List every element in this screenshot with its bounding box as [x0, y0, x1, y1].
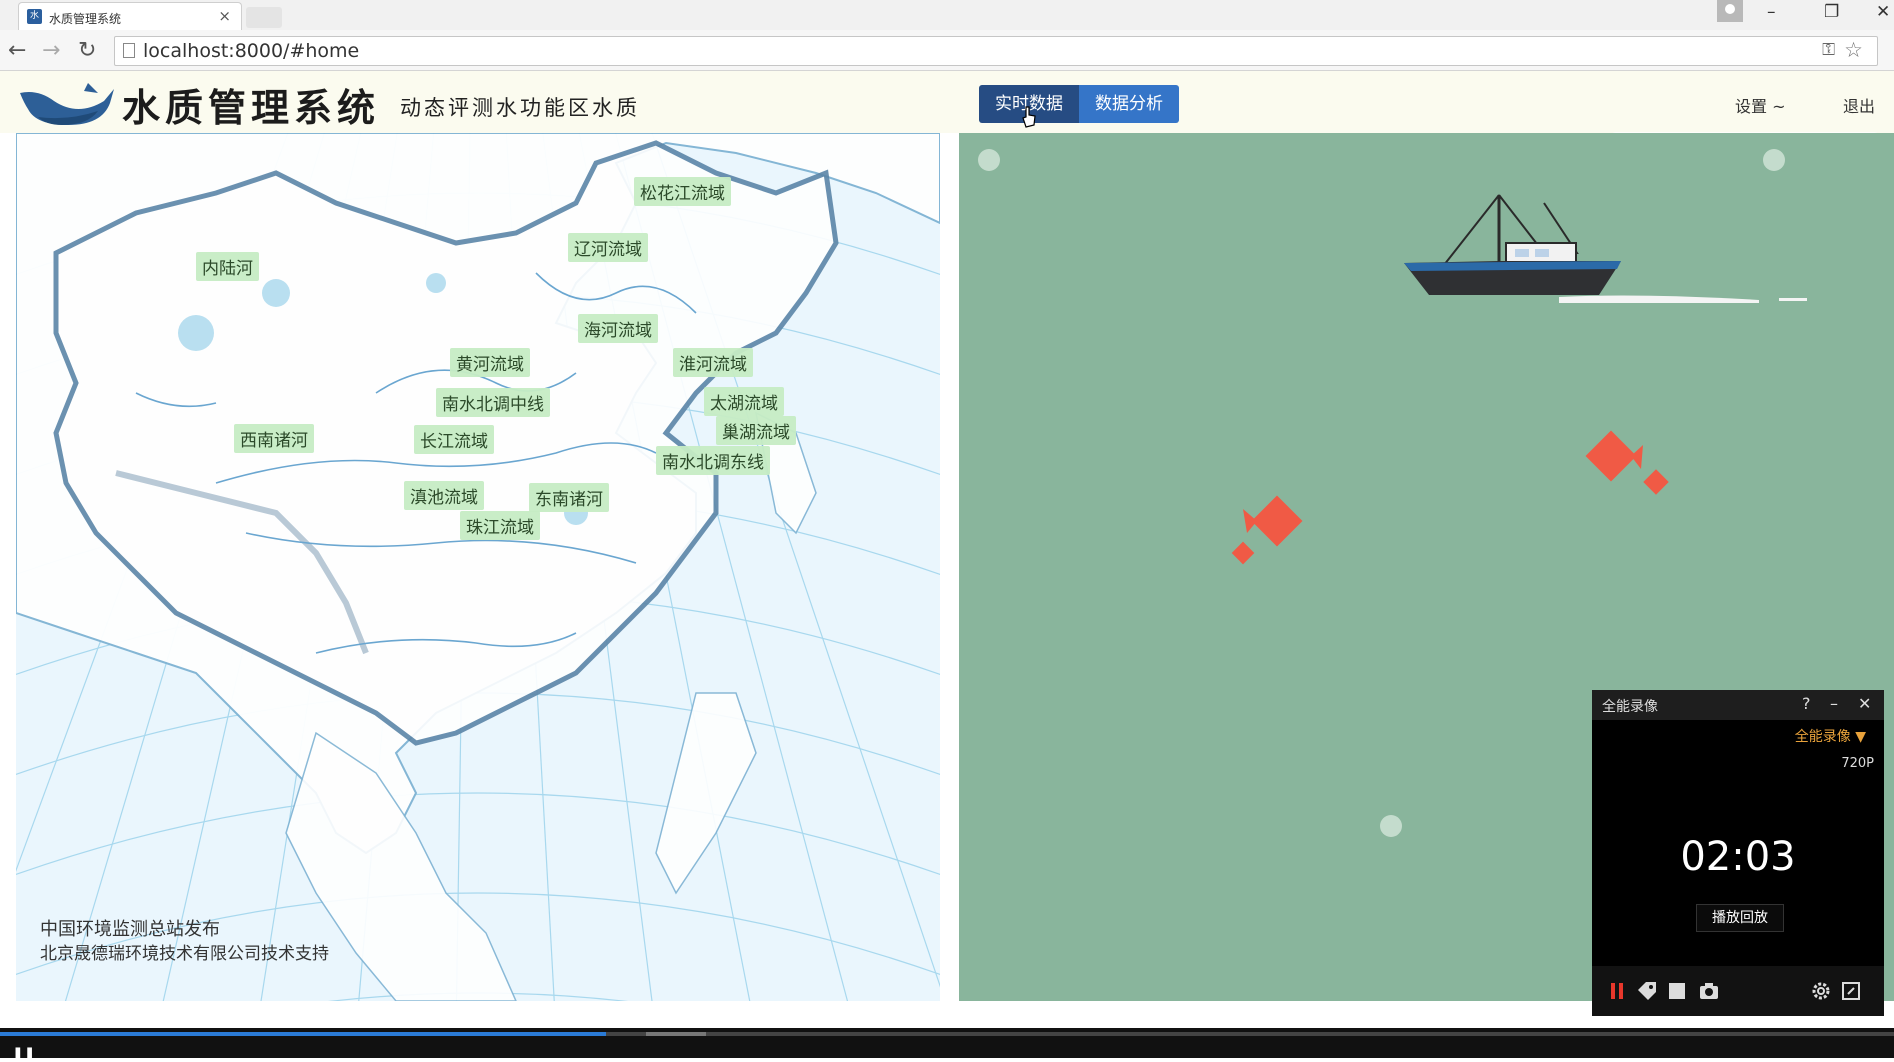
help-icon[interactable]: ? [1802, 694, 1811, 713]
basin-label[interactable]: 辽河流域 [568, 233, 648, 262]
player-pause-icon[interactable]: ❚❚ [12, 1046, 35, 1062]
fishing-boat-icon [1404, 194, 1807, 303]
basin-label[interactable]: 西南诸河 [234, 424, 314, 453]
app-title: 水质管理系统 [122, 85, 381, 130]
page-icon [123, 43, 135, 58]
restore-icon[interactable]: ❐ [1824, 2, 1839, 22]
stop-icon[interactable] [1666, 980, 1688, 1002]
map-credit-support: 北京晟德瑞环境技术有限公司技术支持 [40, 944, 329, 964]
profile-icon[interactable] [1717, 0, 1743, 22]
tag-icon[interactable] [1636, 980, 1658, 1002]
basin-label[interactable]: 巢湖流域 [716, 416, 796, 445]
basin-label[interactable]: 淮河流域 [673, 348, 753, 377]
browser-titlebar: 水 水质管理系统 × – ❐ ✕ [0, 0, 1894, 31]
playback-button[interactable]: 播放回放 [1696, 904, 1784, 932]
nav-button-group: 实时数据 数据分析 [979, 85, 1179, 123]
screen-recorder-widget[interactable]: 全能录像 ? – ✕ 全能录像 ▼ 720P 02:03 播放回放 [1592, 690, 1884, 1016]
reload-icon[interactable]: ↻ [78, 38, 96, 63]
pause-record-icon[interactable] [1606, 980, 1628, 1002]
basin-label[interactable]: 松花江流域 [634, 177, 731, 206]
new-tab-button[interactable] [246, 7, 282, 28]
bubble [978, 149, 1000, 171]
bubble [1763, 149, 1785, 171]
basin-label[interactable]: 东南诸河 [529, 483, 609, 512]
expand-icon[interactable] [1840, 980, 1862, 1002]
app-header: 水质管理系统 动态评测水功能区水质 实时数据 数据分析 设置 ~ 退出 [0, 71, 1894, 196]
whale-logo-icon [20, 83, 114, 125]
settings-menu[interactable]: 设置 ~ [1735, 93, 1786, 117]
video-progress-fill [0, 1032, 607, 1036]
basin-label[interactable]: 南水北调东线 [656, 446, 770, 475]
recorder-toolbar [1592, 966, 1884, 1016]
china-basin-map[interactable]: 松花江流域 辽河流域 内陆河 海河流域 黄河流域 淮河流域 南水北调中线 太湖流… [16, 133, 940, 1001]
recorder-title: 全能录像 [1602, 699, 1658, 715]
tab-favicon-icon: 水 [27, 9, 42, 24]
video-buffer-marker [646, 1032, 706, 1036]
tab-title: 水质管理系统 [49, 12, 122, 26]
browser-tab[interactable]: 水 水质管理系统 × [18, 2, 242, 31]
forward-icon[interactable]: → [42, 38, 60, 63]
basin-label[interactable]: 内陆河 [196, 252, 259, 281]
basin-label[interactable]: 黄河流域 [450, 348, 530, 377]
recorder-titlebar: 全能录像 ? – ✕ [1592, 690, 1884, 720]
logout-link[interactable]: 退出 [1843, 93, 1875, 117]
close-window-icon[interactable]: ✕ [1876, 2, 1890, 22]
recorder-minimize-icon[interactable]: – [1830, 694, 1838, 713]
mouse-pointer-icon [1022, 106, 1036, 128]
bubble [1380, 815, 1402, 837]
resolution-label: 720P [1841, 756, 1874, 771]
map-graphic [16, 133, 940, 1001]
basin-label[interactable]: 海河流域 [578, 314, 658, 343]
settings-gear-icon[interactable] [1810, 980, 1832, 1002]
video-progress-bar[interactable] [0, 1032, 1894, 1036]
tab-close-icon[interactable]: × [218, 7, 231, 25]
fish-group [1231, 430, 1669, 565]
data-analysis-button[interactable]: 数据分析 [1079, 85, 1179, 123]
url-text: localhost:8000/#home [143, 40, 360, 62]
bookmark-star-icon[interactable]: ☆ [1844, 38, 1863, 62]
screenshot-camera-icon[interactable] [1698, 980, 1720, 1002]
map-credit-publisher: 中国环境监测总站发布 [40, 919, 220, 940]
basin-label[interactable]: 太湖流域 [704, 387, 784, 416]
back-icon[interactable]: ← [8, 38, 26, 63]
basin-label[interactable]: 长江流域 [414, 425, 494, 454]
basin-label[interactable]: 滇池流域 [404, 481, 484, 510]
app-subtitle: 动态评测水功能区水质 [400, 96, 640, 120]
record-mode-dropdown[interactable]: 全能录像 ▼ [1795, 726, 1866, 746]
minimize-icon[interactable]: – [1767, 2, 1776, 22]
basin-label[interactable]: 南水北调中线 [436, 388, 550, 417]
recording-timer: 02:03 [1680, 834, 1796, 880]
basin-label[interactable]: 珠江流域 [460, 511, 540, 540]
recorder-close-icon[interactable]: ✕ [1858, 694, 1871, 713]
address-bar-row: ← → ↻ localhost:8000/#home ⚿ ☆ [0, 30, 1894, 71]
key-icon[interactable]: ⚿ [1822, 40, 1835, 60]
url-field[interactable]: localhost:8000/#home ⚿ ☆ [114, 36, 1878, 66]
